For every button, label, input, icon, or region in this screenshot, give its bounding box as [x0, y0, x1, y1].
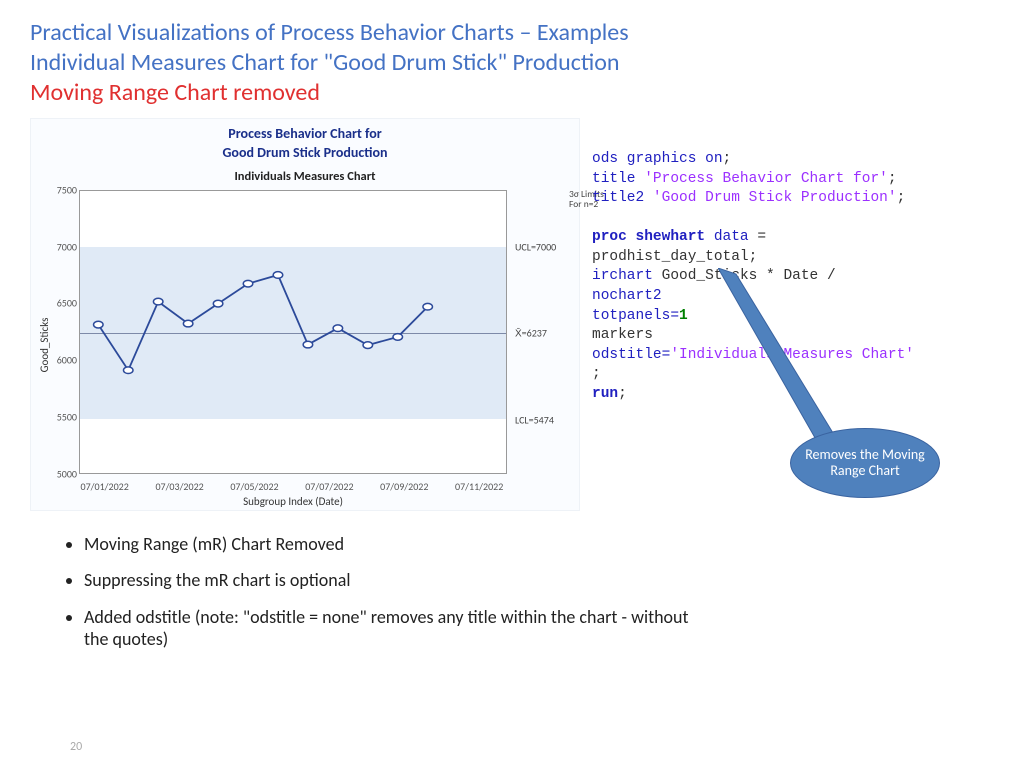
code-token: title: [592, 171, 644, 187]
slide-heading: Practical Visualizations of Process Beha…: [30, 18, 994, 108]
chart-title: Process Behavior Chart for Good Drum Sti…: [31, 119, 579, 163]
code-token: =: [757, 229, 766, 245]
x-tick: 07/11/2022: [455, 480, 503, 493]
code-token: ;: [723, 151, 732, 167]
code-token: 1: [679, 308, 688, 324]
bullet-item: Added odstitle (note: "odstitle = none" …: [84, 606, 704, 651]
chart-panel: Process Behavior Chart for Good Drum Sti…: [30, 118, 580, 511]
code-token: irchart: [592, 268, 662, 284]
code-token: ;: [897, 190, 906, 206]
code-token: ods graphics on: [592, 151, 723, 167]
x-tick: 07/07/2022: [305, 480, 353, 493]
limit-labels: 3σ Limits For n=2 UCL=7000 X̄=6237 LCL=5…: [511, 190, 567, 474]
plot-area: [79, 190, 507, 474]
y-ticks: 500055006000650070007500: [39, 190, 77, 474]
heading-line-2: Individual Measures Chart for "Good Drum…: [30, 48, 994, 78]
data-series: [80, 191, 446, 447]
code-block: ods graphics on; title 'Process Behavior…: [580, 118, 994, 511]
y-tick: 7000: [57, 240, 77, 253]
code-token: 'Individuals Measures Chart': [670, 347, 914, 363]
bullet-item: Moving Range (mR) Chart Removed: [84, 533, 704, 556]
y-tick: 7500: [57, 183, 77, 196]
code-token: 'Good Drum Stick Production': [653, 190, 897, 206]
chart-subtitle: Individuals Measures Chart: [31, 169, 579, 184]
y-tick: 5500: [57, 410, 77, 423]
code-token: data: [714, 229, 758, 245]
code-token: totpanels=: [592, 308, 679, 324]
ucl-label: UCL=7000: [515, 240, 556, 253]
code-token: 'Process Behavior Chart for': [644, 171, 888, 187]
code-token: title2: [592, 190, 653, 206]
bullet-item: Suppressing the mR chart is optional: [84, 569, 704, 592]
y-tick: 5000: [57, 467, 77, 480]
code-token: proc shewhart: [592, 229, 714, 245]
chart-title-line2: Good Drum Stick Production: [31, 144, 579, 163]
code-token: prodhist_day_total;: [592, 249, 757, 265]
code-token: markers: [592, 327, 653, 343]
code-token: odstitle=: [592, 347, 670, 363]
page-number: 20: [70, 740, 82, 754]
x-tick: 07/09/2022: [380, 480, 428, 493]
code-token: ;: [592, 366, 601, 382]
code-token: run: [592, 386, 618, 402]
chart-frame: Good_Sticks 500055006000650070007500 3σ …: [79, 190, 567, 500]
slide: Practical Visualizations of Process Beha…: [0, 0, 1024, 768]
x-tick: 07/05/2022: [230, 480, 278, 493]
lcl-label: LCL=5474: [515, 413, 554, 426]
bullet-list: Moving Range (mR) Chart Removed Suppress…: [84, 533, 704, 651]
x-axis-label: Subgroup Index (Date): [79, 495, 507, 508]
heading-line-1: Practical Visualizations of Process Beha…: [30, 18, 994, 48]
heading-line-3: Moving Range Chart removed: [30, 78, 994, 108]
content-row: Process Behavior Chart for Good Drum Sti…: [30, 118, 994, 511]
y-tick: 6500: [57, 297, 77, 310]
callout-bubble: Removes the Moving Range Chart: [790, 428, 940, 498]
callout-text: Removes the Moving Range Chart: [791, 447, 939, 479]
x-tick: 07/03/2022: [155, 480, 203, 493]
code-token: ;: [618, 386, 627, 402]
code-token: nochart2: [592, 288, 662, 304]
x-tick: 07/01/2022: [81, 480, 129, 493]
y-tick: 6000: [57, 354, 77, 367]
mean-label: X̄=6237: [515, 327, 547, 340]
chart-title-line1: Process Behavior Chart for: [31, 125, 579, 144]
code-token: Good_Sticks * Date /: [662, 268, 836, 284]
code-token: ;: [888, 171, 897, 187]
